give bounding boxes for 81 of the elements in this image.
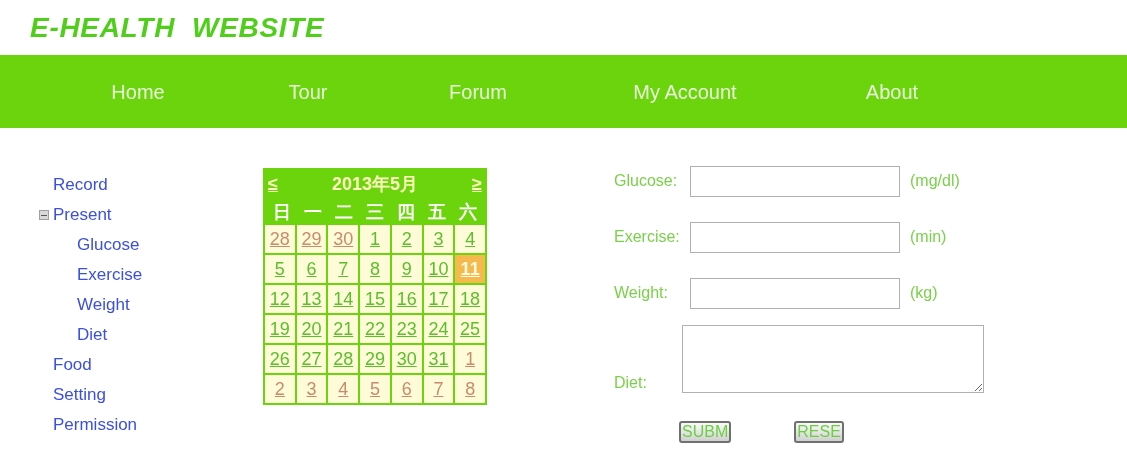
calendar-day[interactable]: 8: [359, 254, 391, 284]
calendar-day[interactable]: 15: [359, 284, 391, 314]
sidebar-item[interactable]: Record: [53, 172, 108, 198]
calendar-day[interactable]: 4: [327, 374, 360, 404]
month-title: 2013年5月: [331, 173, 419, 196]
previous-month-link[interactable]: ≤: [266, 171, 280, 198]
calendar-day[interactable]: 5: [359, 374, 391, 404]
calendar-day[interactable]: 28: [264, 224, 296, 254]
next-month-link[interactable]: ≥: [470, 171, 484, 198]
input-field[interactable]: [690, 165, 900, 197]
nav-link[interactable]: Home: [111, 76, 165, 107]
sidebar-item[interactable]: Food: [53, 352, 92, 378]
field-label: Exercise:: [614, 227, 681, 247]
calendar-day[interactable]: 6: [295, 254, 328, 284]
weekday-label: 二: [333, 200, 354, 224]
calendar-day[interactable]: 8: [454, 374, 486, 404]
calendar-day[interactable]: 23: [390, 314, 423, 344]
sidebar-item[interactable]: Weight: [77, 292, 130, 318]
nav-link[interactable]: Tour: [288, 76, 328, 107]
calendar-day[interactable]: 17: [422, 284, 455, 314]
unit-label: (min): [910, 227, 947, 247]
input-field[interactable]: [690, 221, 900, 253]
calendar-day[interactable]: 11: [454, 254, 486, 284]
collapse-icon[interactable]: [39, 210, 49, 220]
calendar-day[interactable]: 24: [422, 314, 455, 344]
calendar-day[interactable]: 1: [359, 224, 391, 254]
weekday-label: 六: [457, 200, 479, 224]
site-title: E-HEALTH WEBSITE: [30, 10, 325, 45]
sidebar-item[interactable]: Permission: [53, 412, 138, 438]
weekday-label: 五: [427, 200, 448, 224]
calendar-day[interactable]: 6: [390, 374, 423, 404]
calendar-day[interactable]: 9: [390, 254, 423, 284]
calendar-day[interactable]: 30: [390, 344, 423, 374]
unit-label: (mg/dl): [910, 171, 960, 191]
calendar-day[interactable]: 7: [422, 374, 455, 404]
calendar-day[interactable]: 31: [422, 344, 455, 374]
calendar-day[interactable]: 19: [264, 314, 296, 344]
calendar-day[interactable]: 2: [390, 224, 423, 254]
calendar-day[interactable]: 22: [359, 314, 391, 344]
calendar-day[interactable]: 16: [390, 284, 423, 314]
calendar-day[interactable]: 1: [454, 344, 486, 374]
calendar-day[interactable]: 30: [327, 224, 360, 254]
field-label: Weight:: [614, 283, 669, 303]
unit-label: (kg): [910, 283, 938, 303]
sidebar-item[interactable]: Exercise: [77, 262, 143, 288]
field-label: Glucose:: [614, 171, 679, 191]
calendar-day[interactable]: 26: [264, 344, 296, 374]
weekday-label: 一: [302, 200, 323, 224]
calendar-day[interactable]: 20: [295, 314, 328, 344]
nav-link[interactable]: My Account: [633, 76, 737, 107]
sidebar-item[interactable]: Setting: [53, 382, 106, 408]
input-field[interactable]: [690, 277, 900, 309]
nav-link[interactable]: About: [865, 76, 919, 107]
calendar-day[interactable]: 18: [454, 284, 486, 314]
calendar-day[interactable]: 27: [295, 344, 328, 374]
nav-link[interactable]: Forum: [449, 76, 507, 107]
calendar-day[interactable]: 12: [264, 284, 296, 314]
sidebar-item[interactable]: Glucose: [77, 232, 140, 258]
calendar-day[interactable]: 29: [359, 344, 391, 374]
calendar-day[interactable]: 5: [264, 254, 296, 284]
weekday-label: 四: [396, 200, 417, 224]
calendar-day[interactable]: 3: [295, 374, 328, 404]
sidebar-item[interactable]: Present: [53, 202, 112, 228]
calendar-day[interactable]: 14: [327, 284, 360, 314]
calendar-day[interactable]: 28: [327, 344, 360, 374]
field-label: Diet:: [614, 373, 648, 393]
sidebar-item[interactable]: Diet: [77, 322, 108, 348]
calendar-day[interactable]: 13: [295, 284, 328, 314]
calendar-day[interactable]: 3: [422, 224, 455, 254]
calendar-day[interactable]: 25: [454, 314, 486, 344]
calendar-day[interactable]: 29: [295, 224, 328, 254]
calendar-day[interactable]: 21: [327, 314, 360, 344]
weekday-label: 日: [271, 200, 292, 224]
calendar-day[interactable]: 2: [264, 374, 296, 404]
calendar-day[interactable]: 10: [422, 254, 455, 284]
form-button[interactable]: RESE: [794, 421, 844, 443]
weekday-label: 三: [365, 200, 385, 224]
form-button[interactable]: SUBM: [679, 421, 732, 443]
calendar-day[interactable]: 7: [327, 254, 360, 284]
calendar-day[interactable]: 4: [454, 224, 486, 254]
text-area[interactable]: [682, 325, 984, 393]
